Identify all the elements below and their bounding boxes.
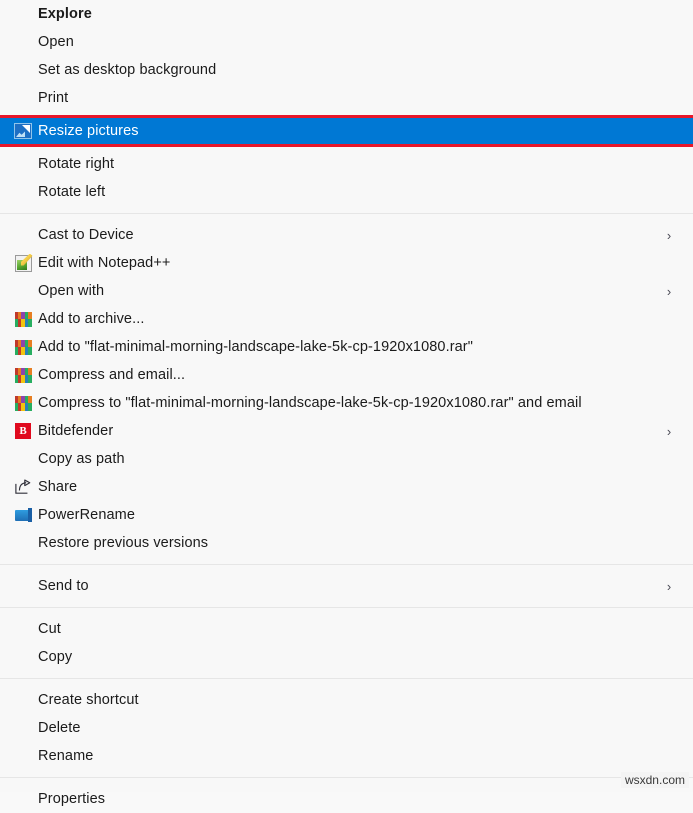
icon-placeholder xyxy=(8,789,38,809)
menu-item-label: Open with xyxy=(38,283,105,299)
menu-item-explore[interactable]: Explore› xyxy=(0,0,693,28)
menu-item-create-shortcut[interactable]: Create shortcut› xyxy=(0,686,693,714)
menu-item-rename[interactable]: Rename› xyxy=(0,742,693,770)
menu-separator xyxy=(0,213,693,214)
icon-placeholder xyxy=(8,449,38,469)
menu-item-edit-with-notepad[interactable]: Edit with Notepad++› xyxy=(0,249,693,277)
menu-item-label: Set as desktop background xyxy=(38,62,217,78)
menu-item-label: Copy xyxy=(38,649,73,665)
icon-placeholder xyxy=(8,718,38,738)
bitdefender-icon: B xyxy=(8,421,38,441)
menu-item-rotate-left[interactable]: Rotate left› xyxy=(0,178,693,206)
menu-item-resize-pictures[interactable]: Resize pictures› xyxy=(0,118,693,144)
menu-separator xyxy=(0,777,693,778)
menu-item-open-with[interactable]: Open with › xyxy=(0,277,693,305)
menu-item-label: Bitdefender xyxy=(38,423,114,439)
menu-item-delete[interactable]: Delete› xyxy=(0,714,693,742)
share-icon xyxy=(8,477,38,497)
menu-item-add-to-archive[interactable]: Add to archive...› xyxy=(0,305,693,333)
icon-placeholder xyxy=(8,60,38,80)
menu-item-send-to[interactable]: Send to › xyxy=(0,572,693,600)
context-menu-items: Explore›Open›Set as desktop background›P… xyxy=(0,0,693,813)
winrar-icon xyxy=(8,309,38,329)
menu-item-compress-and-email[interactable]: Compress and email...› xyxy=(0,361,693,389)
menu-item-label: Send to xyxy=(38,578,89,594)
winrar-icon xyxy=(8,365,38,385)
icon-placeholder xyxy=(8,32,38,52)
watermark: wsxdn.com xyxy=(620,772,689,788)
menu-item-label: Cast to Device xyxy=(38,227,134,243)
chevron-right-icon[interactable]: › xyxy=(655,579,683,594)
menu-item-bitdefender[interactable]: B Bitdefender › xyxy=(0,417,693,445)
menu-item-properties[interactable]: Properties› xyxy=(0,785,693,813)
menu-item-label: Share xyxy=(38,479,78,495)
notepad-plus-plus-icon xyxy=(8,253,38,273)
menu-item-copy[interactable]: Copy› xyxy=(0,643,693,671)
menu-separator xyxy=(0,678,693,679)
menu-item-cut[interactable]: Cut› xyxy=(0,615,693,643)
menu-item-label: Explore xyxy=(38,6,92,22)
chevron-right-icon[interactable]: › xyxy=(655,424,683,439)
menu-item-set-as-desktop-background[interactable]: Set as desktop background› xyxy=(0,56,693,84)
icon-placeholder xyxy=(8,154,38,174)
file-context-menu: Explore›Open›Set as desktop background›P… xyxy=(0,0,693,807)
menu-item-label: Restore previous versions xyxy=(38,535,209,551)
icon-placeholder xyxy=(8,647,38,667)
powerrename-icon xyxy=(8,505,38,525)
menu-item-label: Properties xyxy=(38,791,106,807)
icon-placeholder xyxy=(8,746,38,766)
menu-item-label: Create shortcut xyxy=(38,692,139,708)
icon-placeholder xyxy=(8,533,38,553)
menu-item-print[interactable]: Print› xyxy=(0,84,693,112)
menu-item-add-to-flat-minimal-morning-landscape-la[interactable]: Add to "flat-minimal-morning-landscape-l… xyxy=(0,333,693,361)
menu-item-label: Compress to "flat-minimal-morning-landsc… xyxy=(38,395,582,411)
chevron-right-icon[interactable]: › xyxy=(655,228,683,243)
winrar-icon xyxy=(8,393,38,413)
menu-item-label: Compress and email... xyxy=(38,367,186,383)
icon-placeholder xyxy=(8,619,38,639)
menu-item-label: Resize pictures xyxy=(38,123,139,139)
menu-item-powerrename[interactable]: PowerRename› xyxy=(0,501,693,529)
icon-placeholder xyxy=(8,281,38,301)
icon-placeholder xyxy=(8,225,38,245)
menu-item-restore-previous-versions[interactable]: Restore previous versions› xyxy=(0,529,693,557)
menu-item-label: Edit with Notepad++ xyxy=(38,255,171,271)
icon-placeholder xyxy=(8,4,38,24)
menu-item-compress-to-flat-minimal-morning-landsca[interactable]: Compress to "flat-minimal-morning-landsc… xyxy=(0,389,693,417)
chevron-right-icon[interactable]: › xyxy=(655,284,683,299)
menu-item-label: Copy as path xyxy=(38,451,125,467)
menu-item-label: Rotate left xyxy=(38,184,106,200)
menu-item-rotate-right[interactable]: Rotate right› xyxy=(0,150,693,178)
icon-placeholder xyxy=(8,690,38,710)
menu-item-label: Open xyxy=(38,34,74,50)
menu-separator xyxy=(0,607,693,608)
icon-placeholder xyxy=(8,182,38,202)
menu-item-label: Rename xyxy=(38,748,94,764)
menu-item-label: Print xyxy=(38,90,69,106)
selected-item-annotation: Resize pictures› xyxy=(0,115,693,147)
resize-pictures-icon xyxy=(8,121,38,141)
menu-item-open[interactable]: Open› xyxy=(0,28,693,56)
menu-item-label: Rotate right xyxy=(38,156,115,172)
menu-item-label: Add to archive... xyxy=(38,311,145,327)
menu-item-label: Add to "flat-minimal-morning-landscape-l… xyxy=(38,339,473,355)
icon-placeholder xyxy=(8,576,38,596)
menu-separator xyxy=(0,564,693,565)
winrar-icon xyxy=(8,337,38,357)
menu-item-label: PowerRename xyxy=(38,507,136,523)
menu-item-label: Delete xyxy=(38,720,81,736)
menu-item-label: Cut xyxy=(38,621,61,637)
menu-item-copy-as-path[interactable]: Copy as path› xyxy=(0,445,693,473)
menu-item-cast-to-device[interactable]: Cast to Device › xyxy=(0,221,693,249)
icon-placeholder xyxy=(8,88,38,108)
menu-item-share[interactable]: Share› xyxy=(0,473,693,501)
